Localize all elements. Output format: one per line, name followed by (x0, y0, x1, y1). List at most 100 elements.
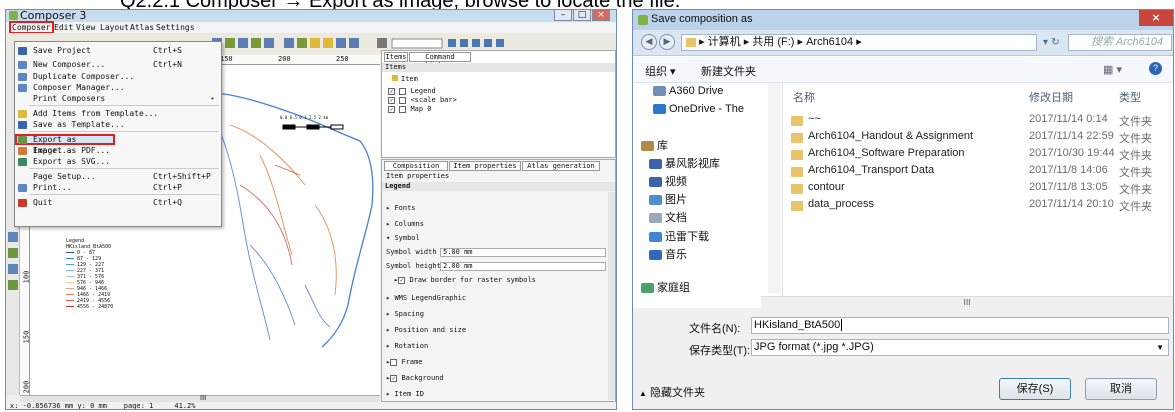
menu-item-export-image[interactable]: Export as Image... (15, 134, 115, 155)
onedrive-icon (653, 104, 666, 115)
refresh-icon[interactable]: ▾ ↻ (1043, 37, 1060, 48)
nav-item-videos[interactable]: 视频 (649, 173, 687, 189)
breadcrumb[interactable]: ▸ 计算机 ▸ 共用 (F:) ▸ Arch6104 ▸ (681, 34, 1037, 51)
menu-view[interactable]: View (76, 23, 95, 32)
prop-frame[interactable]: ▸ Frame (386, 358, 423, 367)
file-row[interactable]: Arch6104_Software Preparation 2017/10/30 … (783, 147, 1173, 163)
lock-checkbox[interactable] (399, 96, 407, 104)
search-input[interactable]: 搜索 Arch6104 (1068, 34, 1172, 51)
filetype-select[interactable]: JPG format (*.jpg *.JPG) ▼ (751, 339, 1169, 356)
tab-items[interactable]: Items (384, 52, 408, 62)
menu-item-save-as-template[interactable]: Save as Template... (15, 119, 221, 130)
nav-item-label: 迅雷下载 (665, 231, 709, 243)
file-row[interactable]: data_process 2017/11/14 20:10 文件夹 (783, 198, 1173, 214)
prop-symbol[interactable]: ▾ Symbol (386, 234, 420, 243)
draw-border-checkbox[interactable]: ▸ ✓ Draw border for raster symbols (394, 276, 536, 285)
prop-rotation[interactable]: ▸ Rotation (386, 342, 428, 351)
file-row[interactable]: contour 2017/11/8 13:05 文件夹 (783, 181, 1173, 197)
save-button[interactable]: 保存(S) (999, 378, 1071, 400)
legend-section-header: Legend (382, 182, 615, 191)
nav-item-libraries[interactable]: 库 (641, 137, 668, 153)
nav-item-xunlei-downloads[interactable]: 迅雷下载 (649, 228, 709, 244)
address-bar: ◀ ▶ ▸ 计算机 ▸ 共用 (F:) ▸ Arch6104 ▸ ▾ ↻ 搜索 … (633, 30, 1173, 56)
visibility-checkbox[interactable]: ✓ (388, 87, 395, 95)
menu-edit[interactable]: Edit (54, 23, 73, 32)
scroll-thumb-grip[interactable]: III (963, 298, 970, 307)
save-project-icon (18, 47, 27, 55)
nav-item-music[interactable]: 音乐 (649, 246, 687, 262)
prop-item-id[interactable]: ▸ Item ID (386, 390, 424, 399)
nav-item-baofeng-library[interactable]: 暴风影视库 (649, 155, 720, 171)
items-row[interactable]: ✓ <scale bar> (388, 96, 457, 105)
symbol-width-spinbox[interactable]: 5.00 mm (440, 248, 606, 257)
col-header-type[interactable]: 类型 (1119, 89, 1141, 105)
prop-background[interactable]: ▸ ✓ Background (386, 374, 444, 383)
view-options-icon[interactable]: ▦ ▾ (1103, 63, 1122, 76)
filename-input[interactable]: HKisland_BtA500 (751, 317, 1169, 334)
nav-item-documents[interactable]: 文档 (649, 209, 687, 225)
properties-scrollbar[interactable] (608, 192, 615, 400)
lock-checkbox[interactable] (399, 87, 407, 95)
visibility-checkbox[interactable]: ✓ (388, 105, 395, 113)
xunlei-downloads-icon (649, 232, 662, 243)
prop-columns[interactable]: ▸ Columns (386, 220, 424, 229)
tab-item-properties[interactable]: Item properties (449, 161, 521, 171)
dialog-close-button[interactable]: × (1139, 10, 1173, 26)
nav-scrollbar[interactable] (768, 83, 781, 293)
prop-spacing[interactable]: ▸ Spacing (386, 310, 424, 319)
menu-item-save-project[interactable]: Save Project Ctrl+S (15, 45, 221, 56)
legend-item[interactable]: Legend HKisland_BtA500 0 - 87 87 - 129 129… (66, 238, 113, 310)
menu-settings[interactable]: Settings (156, 23, 195, 32)
nav-item-onedrive[interactable]: OneDrive - The (653, 103, 744, 115)
menu-item-add-items-from-template[interactable]: Add Items from Template... (15, 108, 221, 119)
items-row[interactable]: ✓ Map 0 (388, 105, 432, 114)
nav-item-homegroup[interactable]: 家庭组 (641, 279, 690, 295)
menu-item-duplicate-composer[interactable]: Duplicate Composer... (15, 71, 221, 82)
hide-folders-toggle[interactable]: ▲ 隐藏文件夹 (639, 384, 705, 400)
organize-button[interactable]: 组织 ▾ (645, 63, 676, 79)
cancel-button[interactable]: 取消 (1085, 378, 1157, 400)
ruler-label: 200 (278, 55, 291, 63)
scroll-thumb-grip[interactable]: III (200, 394, 206, 402)
back-icon[interactable]: ◀ (641, 34, 657, 50)
tab-command-history[interactable]: Command history (409, 52, 471, 69)
file-list-hscrollbar[interactable]: III (761, 296, 1173, 308)
new-folder-button[interactable]: 新建文件夹 (701, 63, 756, 79)
items-row[interactable]: ✓ Legend (388, 87, 436, 96)
col-header-name[interactable]: 名称 (793, 89, 815, 105)
file-row[interactable]: Arch6104_Handout & Assignment 2017/11/14 … (783, 130, 1173, 146)
file-row[interactable]: ~~ 2017/11/14 0:14 文件夹 (783, 113, 1173, 129)
prop-wms-legend[interactable]: ▸ WMS LegendGraphic (386, 294, 466, 303)
lock-checkbox[interactable] (399, 105, 407, 113)
col-header-date[interactable]: 修改日期 (1029, 89, 1073, 105)
legend-swatch (66, 252, 74, 253)
menu-item-export-pdf[interactable]: Export as PDF... (15, 145, 221, 156)
symbol-height-spinbox[interactable]: 2.00 mm (440, 262, 606, 271)
menu-item-composer-manager[interactable]: Composer Manager... (15, 82, 221, 93)
menu-item-new-composer[interactable]: New Composer... Ctrl+N (15, 59, 221, 70)
visibility-checkbox[interactable]: ✓ (388, 96, 395, 104)
menu-item-quit[interactable]: Quit Ctrl+Q (15, 197, 221, 208)
file-date: 2017/11/8 14:06 (1029, 164, 1108, 176)
file-row[interactable]: Arch6104_Transport Data 2017/11/8 14:06 文件… (783, 164, 1173, 180)
menu-atlas[interactable]: Atlas (130, 23, 154, 32)
forward-icon[interactable]: ▶ (659, 34, 675, 50)
prop-position-size[interactable]: ▸ Position and size (386, 326, 466, 335)
close-button[interactable]: × (592, 10, 610, 21)
menu-item-shortcut: Ctrl+S (153, 46, 182, 55)
menu-item-print[interactable]: Print... Ctrl+P (15, 182, 221, 193)
nav-item-pictures[interactable]: 图片 (649, 191, 687, 207)
help-icon[interactable]: ? (1149, 62, 1162, 75)
tab-composition[interactable]: Composition (384, 161, 448, 171)
file-type: 文件夹 (1119, 201, 1152, 213)
tab-atlas-generation[interactable]: Atlas generation (522, 161, 600, 171)
prop-fonts[interactable]: ▸ Fonts (386, 204, 416, 213)
menu-item-export-svg[interactable]: Export as SVG... (15, 156, 221, 167)
menu-item-print-composers[interactable]: Print Composers ▸ (15, 93, 221, 104)
menu-item-page-setup[interactable]: Page Setup... Ctrl+Shift+P (15, 171, 221, 182)
minimize-button[interactable]: – (554, 10, 572, 21)
nav-item-a360-drive[interactable]: A360 Drive (653, 85, 723, 97)
maximize-button[interactable]: □ (573, 10, 591, 21)
menu-item-label: Print... (33, 183, 72, 192)
menu-layout[interactable]: Layout (100, 23, 129, 32)
